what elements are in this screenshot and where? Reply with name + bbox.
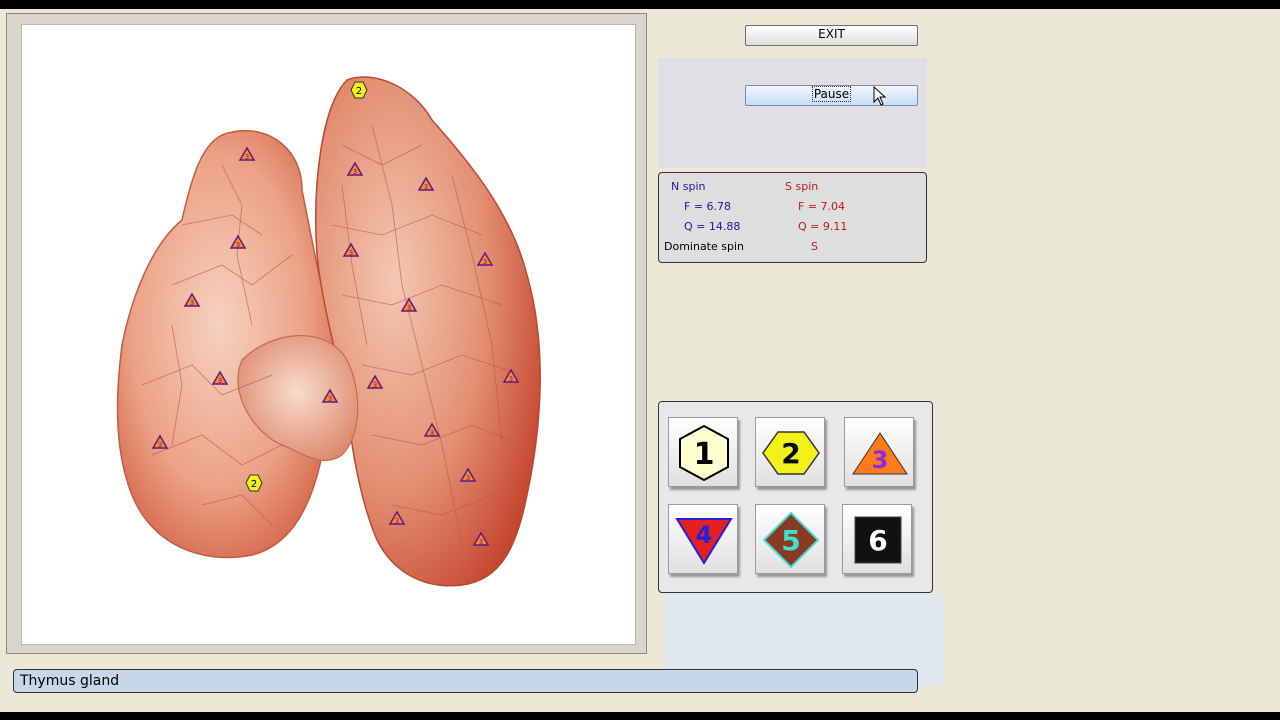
level-1-label: 1 [694, 437, 715, 472]
svg-text:3: 3 [218, 377, 222, 385]
pause-button[interactable]: Pause [745, 85, 918, 106]
organ-image: 2 2 3 3 3 3 3 3 3 3 3 3 3 3 3 3 3 3 3 [21, 24, 636, 645]
svg-text:3: 3 [479, 538, 483, 546]
dominate-spin-value: S [811, 240, 818, 253]
svg-text:2: 2 [251, 479, 257, 490]
svg-text:3: 3 [190, 299, 194, 307]
dominate-spin-label: Dominate spin [664, 240, 745, 253]
svg-text:3: 3 [236, 241, 240, 249]
svg-text:3: 3 [407, 304, 411, 312]
mouse-cursor-icon [873, 86, 887, 106]
control-panel [658, 58, 927, 168]
svg-text:3: 3 [509, 375, 513, 383]
s-spin-header: S spin [785, 180, 819, 193]
square-icon: 6 [854, 516, 902, 564]
level-3-label: 3 [872, 446, 889, 474]
s-spin-q-value: Q = 9.11 [798, 220, 848, 233]
triangle-icon: 3 [852, 432, 908, 475]
svg-text:3: 3 [424, 183, 428, 191]
pause-label: Pause [811, 86, 852, 102]
level-1-button[interactable]: 1 [668, 417, 738, 487]
level-3-button[interactable]: 3 [844, 417, 914, 487]
level-4-button[interactable]: 4 [668, 504, 738, 574]
level-2-button[interactable]: 2 [755, 417, 825, 487]
diamond-icon: 5 [762, 511, 820, 569]
svg-text:3: 3 [430, 429, 434, 437]
hexagon-icon: 2 [762, 431, 820, 475]
window-bottom-edge [0, 712, 1280, 720]
hexagon-marker[interactable]: 2 [245, 474, 263, 492]
level-4-label: 4 [696, 521, 713, 549]
n-spin-f-value: F = 6.78 [684, 200, 732, 213]
spin-readout-panel: N spin S spin F = 6.78 F = 7.04 Q = 14.8… [658, 172, 927, 263]
thymus-illustration: 2 2 3 3 3 3 3 3 3 3 3 3 3 3 3 3 3 3 3 [116, 76, 541, 587]
svg-text:2: 2 [356, 86, 362, 97]
organ-name-bar: Thymus gland [13, 669, 918, 693]
svg-text:3: 3 [353, 168, 357, 176]
svg-text:3: 3 [483, 258, 487, 266]
n-spin-q-value: Q = 14.88 [684, 220, 741, 233]
level-6-button[interactable]: 6 [842, 504, 912, 574]
svg-text:3: 3 [466, 474, 470, 482]
s-spin-f-value: F = 7.04 [798, 200, 846, 213]
organ-image-frame: 2 2 3 3 3 3 3 3 3 3 3 3 3 3 3 3 3 3 3 [6, 13, 647, 654]
organ-name: Thymus gland [20, 673, 120, 689]
svg-text:3: 3 [395, 517, 399, 525]
svg-text:3: 3 [328, 395, 332, 403]
window-top-edge [0, 0, 1280, 9]
level-5-button[interactable]: 5 [755, 504, 825, 574]
level-5-label: 5 [781, 524, 800, 557]
svg-text:3: 3 [158, 441, 162, 449]
inverted-triangle-icon: 4 [675, 518, 733, 565]
n-spin-header: N spin [671, 180, 706, 193]
level-6-label: 6 [868, 524, 887, 557]
right-lobe [315, 76, 541, 587]
marker-level-palette: 1 2 3 4 5 6 [658, 401, 933, 593]
level-2-label: 2 [781, 437, 800, 470]
svg-text:3: 3 [373, 381, 377, 389]
svg-text:3: 3 [349, 249, 353, 257]
exit-button[interactable]: EXIT [745, 25, 918, 46]
hexagon-marker[interactable]: 2 [350, 81, 368, 99]
svg-text:3: 3 [245, 153, 249, 161]
hexagon-outline-icon: 1 [679, 424, 729, 482]
